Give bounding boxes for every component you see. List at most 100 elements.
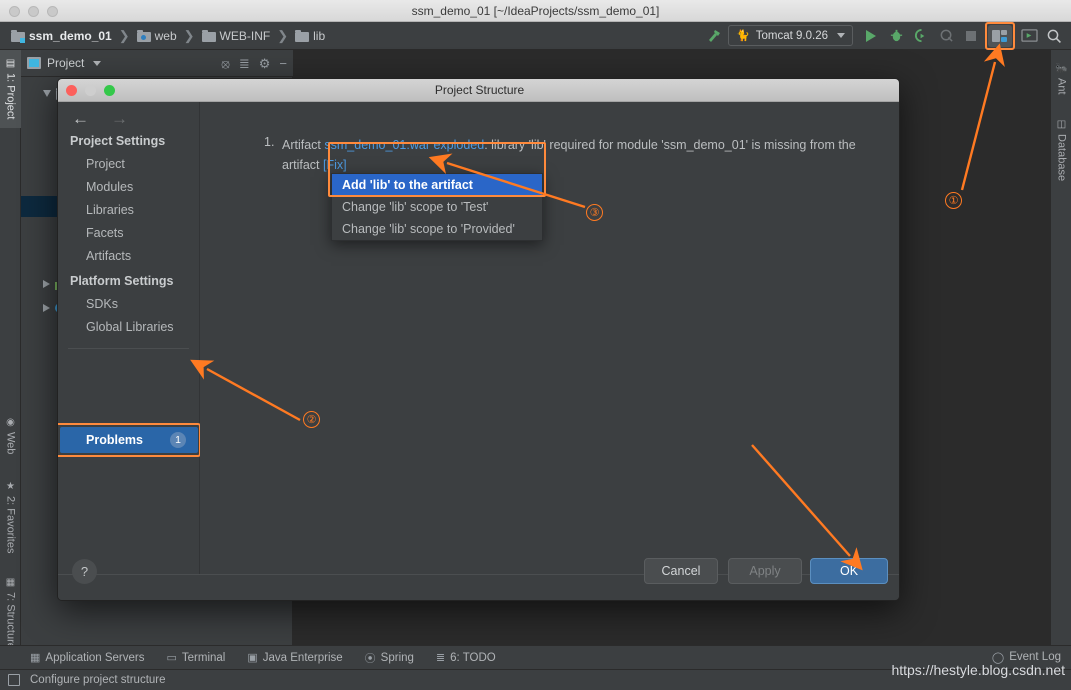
annotation-marker-2: ②	[303, 411, 320, 428]
menu-item-scope-test[interactable]: Change 'lib' scope to 'Test'	[332, 196, 542, 218]
update-application-button[interactable]	[1018, 25, 1040, 47]
chevron-right-icon[interactable]	[43, 279, 50, 288]
project-panel-title: Project	[47, 56, 85, 70]
structure-icon: ▦	[5, 577, 16, 589]
project-structure-highlight	[985, 21, 1015, 50]
ide-window: ssm_demo_01 [~/IdeaProjects/ssm_demo_01]…	[0, 0, 1071, 690]
breadcrumb-label: lib	[313, 28, 326, 43]
annotation-marker-1: ①	[945, 192, 962, 209]
navigation-bar: ssm_demo_01 ❯ web ❯ WEB-INF ❯ lib 🐈 Tomc…	[0, 21, 1071, 50]
spring-icon: ⦿	[364, 652, 376, 665]
problem-number: 1.	[264, 135, 275, 149]
forward-arrow-icon[interactable]: →	[111, 110, 128, 127]
tool-tab-label: Web	[4, 432, 17, 455]
tool-tab-label: 2: Favorites	[4, 495, 17, 554]
tool-tab-label: Terminal	[181, 651, 226, 664]
menu-item-add-lib[interactable]: Add 'lib' to the artifact	[332, 174, 542, 196]
sidebar-item-project[interactable]: ▤ 1: Project	[0, 50, 21, 128]
breadcrumb: ssm_demo_01 ❯ web ❯ WEB-INF ❯ lib	[0, 28, 328, 44]
sidebar-item-libraries[interactable]: Libraries	[58, 198, 199, 221]
tool-tab-label: Application Servers	[45, 651, 145, 664]
profile-button[interactable]	[935, 25, 957, 47]
sidebar-item-global-libraries[interactable]: Global Libraries	[58, 315, 199, 338]
breadcrumb-label: WEB-INF	[219, 28, 271, 43]
tool-tab-application-servers[interactable]: ▦ Application Servers	[30, 651, 145, 665]
minimize-icon[interactable]: −	[279, 57, 287, 70]
breadcrumb-separator-icon: ❯	[118, 27, 130, 43]
sidebar-item-database[interactable]: ◫ Database	[1051, 108, 1071, 192]
sidebar-item-artifacts[interactable]: Artifacts	[58, 244, 199, 267]
update-app-icon	[1020, 29, 1038, 42]
project-structure-icon	[992, 29, 1000, 42]
breadcrumb-item-module[interactable]: ssm_demo_01	[8, 28, 115, 44]
sidebar-item-web[interactable]: ◉ Web	[0, 405, 21, 467]
status-window-icon[interactable]	[8, 674, 20, 686]
app-servers-icon: ▦	[30, 652, 41, 664]
sidebar-item-modules[interactable]: Modules	[58, 175, 199, 198]
project-structure-button[interactable]	[988, 24, 1012, 47]
back-arrow-icon[interactable]: ←	[72, 110, 89, 127]
fix-link[interactable]: [Fix]	[323, 158, 347, 172]
menu-item-scope-provided[interactable]: Change 'lib' scope to 'Provided'	[332, 218, 542, 240]
debug-button[interactable]	[885, 25, 907, 47]
breadcrumb-item-lib[interactable]: lib	[292, 28, 328, 44]
tool-tab-terminal[interactable]: ▭ Terminal	[166, 651, 226, 665]
settings-group-title: Platform Settings	[70, 274, 174, 288]
fix-context-menu: Add 'lib' to the artifact Change 'lib' s…	[331, 173, 543, 241]
settings-group-title: Project Settings	[70, 134, 166, 148]
cancel-button[interactable]: Cancel	[644, 558, 718, 584]
project-panel-header: Project ⦻ ≣ ⚙ −	[21, 50, 293, 77]
help-button[interactable]: ?	[72, 559, 97, 584]
breadcrumb-item-web[interactable]: web	[134, 28, 180, 44]
tool-tab-java-enterprise[interactable]: ▣ Java Enterprise	[247, 651, 343, 665]
sidebar-item-facets[interactable]: Facets	[58, 221, 199, 244]
right-tool-strip: 🐜 Ant ◫ Database	[1050, 50, 1071, 645]
run-with-coverage-icon	[914, 28, 924, 43]
locate-icon[interactable]: ⦻	[221, 57, 230, 70]
tool-tab-label: Spring	[380, 651, 414, 664]
artifact-link[interactable]: ssm_demo_01:war exploded	[324, 138, 484, 152]
chevron-right-icon[interactable]	[43, 303, 50, 312]
chevron-down-icon	[837, 33, 845, 38]
tool-tab-todo[interactable]: ≣ 6: TODO	[435, 651, 496, 665]
dialog-footer: ? Cancel Apply OK	[58, 558, 899, 600]
sidebar-item-project[interactable]: Project	[58, 152, 199, 175]
build-hammer-icon[interactable]	[703, 25, 725, 47]
sidebar-item-favorites[interactable]: ★ 2: Favorites	[0, 470, 21, 564]
problems-count-badge: 1	[170, 432, 186, 448]
chevron-down-icon[interactable]	[93, 60, 102, 66]
ok-button[interactable]: OK	[810, 558, 888, 584]
debug-icon	[890, 29, 902, 42]
breadcrumb-item-webinf[interactable]: WEB-INF	[199, 28, 274, 44]
run-configuration-selector[interactable]: 🐈 Tomcat 9.0.26	[728, 25, 853, 46]
run-with-coverage-button[interactable]	[910, 25, 932, 47]
problem-prefix: Artifact	[282, 138, 325, 152]
dialog-title-bar: Project Structure	[58, 79, 899, 102]
sidebar-item-problems[interactable]: Problems 1	[60, 427, 198, 453]
dialog-content: 1. Artifact ssm_demo_01:war exploded: li…	[200, 102, 899, 574]
gear-icon[interactable]: ⚙	[259, 57, 271, 70]
breadcrumb-separator-icon: ❯	[183, 27, 195, 43]
dialog-nav-arrows: ← →	[58, 102, 199, 127]
run-button[interactable]	[860, 25, 882, 47]
sidebar-item-ant[interactable]: 🐜 Ant	[1051, 54, 1071, 104]
stop-icon	[966, 30, 976, 41]
window-title: ssm_demo_01 [~/IdeaProjects/ssm_demo_01]	[411, 4, 660, 18]
terminal-icon: ▭	[166, 652, 177, 664]
sidebar-divider	[68, 348, 189, 349]
search-everywhere-button[interactable]	[1043, 25, 1065, 47]
breadcrumb-label: web	[154, 28, 177, 43]
apply-button[interactable]: Apply	[728, 558, 802, 584]
stop-button[interactable]	[960, 25, 982, 47]
collapse-all-icon[interactable]: ≣	[239, 57, 250, 70]
sidebar-problems-wrapper: Problems 1	[58, 423, 201, 457]
folder-icon	[201, 29, 216, 42]
web-folder-icon	[136, 29, 151, 42]
project-panel-title-group[interactable]: Project	[27, 56, 102, 70]
tool-tab-label: Java Enterprise	[262, 651, 343, 664]
tool-tab-spring[interactable]: ⦿ Spring	[365, 650, 414, 666]
todo-icon: ≣	[435, 652, 446, 664]
chevron-down-icon[interactable]	[43, 90, 51, 97]
sidebar-item-sdks[interactable]: SDKs	[58, 292, 199, 315]
tool-tab-label: 6: TODO	[450, 651, 496, 664]
